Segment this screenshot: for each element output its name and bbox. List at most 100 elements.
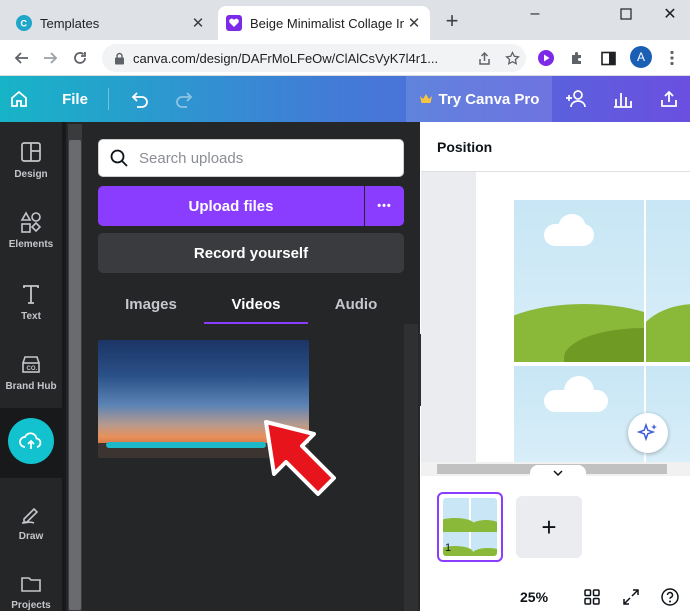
undo-button[interactable] — [126, 76, 152, 122]
sidebar-item-label: Draw — [18, 530, 44, 542]
extensions-puzzle-icon[interactable] — [567, 48, 587, 68]
collage-cell[interactable] — [514, 200, 644, 362]
tab-videos[interactable]: Videos — [204, 288, 308, 320]
grid-view-button[interactable] — [582, 587, 602, 607]
forward-button[interactable] — [38, 46, 62, 70]
chevron-down-icon — [553, 470, 563, 476]
panel-scrollbar[interactable] — [404, 324, 418, 611]
search-uploads-box[interactable] — [98, 139, 404, 177]
sidebar-item-text[interactable]: Text — [0, 268, 62, 336]
window-close-button[interactable]: ✕ — [650, 0, 690, 28]
rail-scrollbar-thumb[interactable] — [69, 140, 81, 610]
collage-cell[interactable] — [514, 366, 644, 462]
file-menu-button[interactable]: File — [50, 76, 100, 122]
tab-audio[interactable]: Audio — [304, 288, 408, 320]
reload-icon — [74, 52, 86, 64]
shapes-icon — [20, 210, 42, 233]
close-icon: ✕ — [663, 6, 677, 23]
collage-cell[interactable] — [646, 200, 690, 362]
brand-icon: CO. — [22, 355, 40, 373]
position-button[interactable]: Position — [437, 139, 492, 155]
tab-templates[interactable]: C Templates ✕ — [8, 6, 214, 40]
share-upload-button[interactable] — [656, 76, 682, 122]
tab-close-icon[interactable]: ✕ — [404, 14, 424, 32]
window-maximize-button[interactable] — [606, 0, 646, 28]
upload-arrow-icon — [661, 90, 677, 107]
try-canva-pro-button[interactable]: Try Canva Pro — [406, 76, 552, 122]
upload-progress-bar — [106, 442, 266, 448]
home-button[interactable] — [4, 76, 34, 122]
folder-icon — [21, 576, 41, 592]
svg-text:CO.: CO. — [27, 366, 38, 372]
grid-icon — [584, 589, 600, 605]
redo-icon — [176, 92, 193, 108]
left-sidebar: Design Elements Text CO. Brand Hub Draw … — [0, 122, 66, 611]
back-button[interactable] — [10, 46, 34, 70]
home-icon — [11, 90, 27, 107]
browser-tab-strip: C Templates ✕ Beige Minimalist Collage I… — [0, 0, 690, 40]
search-icon — [109, 148, 129, 168]
browser-menu-icon[interactable] — [662, 48, 682, 68]
add-people-icon — [566, 90, 586, 108]
reload-button[interactable] — [68, 46, 92, 70]
sidebar-item-label: Projects — [11, 599, 51, 611]
share-people-button[interactable] — [562, 76, 590, 122]
expand-pages-button[interactable] — [530, 465, 586, 481]
pen-icon — [21, 507, 39, 524]
bookmark-star-icon[interactable] — [498, 50, 526, 66]
sidebar-item-draw[interactable]: Draw — [0, 488, 62, 556]
help-button[interactable] — [660, 587, 680, 607]
tab-beige-collage[interactable]: Beige Minimalist Collage Ins ✕ — [218, 6, 430, 40]
undo-icon — [131, 92, 148, 108]
layout-icon — [21, 141, 41, 162]
side-panel-icon[interactable] — [598, 48, 618, 68]
cloud-shape — [558, 214, 586, 242]
page-thumbnail[interactable]: 1 — [437, 492, 503, 562]
record-yourself-button[interactable]: Record yourself — [98, 233, 404, 273]
arrow-left-icon — [14, 52, 28, 64]
redo-button[interactable] — [172, 76, 198, 122]
upload-more-options-button[interactable]: ••• — [365, 186, 404, 226]
sidebar-item-label: Elements — [8, 238, 54, 250]
zoom-level[interactable]: 25% — [520, 589, 548, 605]
window-minimize-button[interactable]: – — [515, 0, 555, 28]
sidebar-item-uploads[interactable] — [8, 418, 54, 464]
magic-assistant-button[interactable] — [628, 413, 668, 453]
extension-play-icon[interactable] — [536, 48, 556, 68]
sidebar-item-design[interactable]: Design — [0, 126, 62, 194]
fullscreen-button[interactable] — [621, 587, 641, 607]
sidebar-item-projects[interactable]: Projects — [0, 558, 62, 611]
minimize-icon: – — [530, 5, 540, 22]
insights-button[interactable] — [610, 76, 636, 122]
new-tab-button[interactable]: + — [440, 8, 464, 34]
tab-title: Templates — [40, 15, 100, 31]
canva-header: File Try Canva Pro — [0, 76, 690, 122]
search-uploads-input[interactable] — [139, 149, 379, 167]
text-icon — [23, 284, 39, 304]
profile-avatar[interactable]: A — [630, 46, 652, 68]
active-tab-indicator — [204, 322, 308, 324]
page-number: 1 — [445, 542, 452, 554]
sparkle-icon — [637, 422, 657, 442]
canva-favicon-icon: C — [16, 15, 32, 31]
hill-shape — [646, 304, 690, 362]
expand-icon — [623, 589, 639, 605]
help-icon — [661, 588, 679, 606]
share-icon[interactable] — [470, 51, 498, 66]
position-toolbar: Position — [421, 122, 690, 172]
sidebar-item-label: Text — [21, 310, 41, 322]
header-divider — [108, 88, 109, 110]
maximize-icon — [620, 8, 632, 20]
pointer-arrow-annotation — [264, 420, 336, 496]
add-page-button[interactable]: + — [516, 496, 582, 558]
upload-cloud-icon — [19, 432, 42, 449]
tab-images[interactable]: Images — [99, 288, 203, 320]
sidebar-item-brand-hub[interactable]: CO. Brand Hub — [0, 338, 62, 406]
lock-icon — [114, 52, 125, 65]
tab-close-icon[interactable]: ✕ — [188, 14, 208, 32]
upload-files-button[interactable]: Upload files — [98, 186, 364, 226]
address-bar[interactable]: canva.com/design/DAFrMoLFeOw/ClAlCsVyK7l… — [102, 44, 526, 72]
sidebar-item-elements[interactable]: Elements — [0, 196, 62, 264]
tab-title: Beige Minimalist Collage Ins — [250, 15, 404, 31]
cloud-shape — [564, 376, 594, 406]
